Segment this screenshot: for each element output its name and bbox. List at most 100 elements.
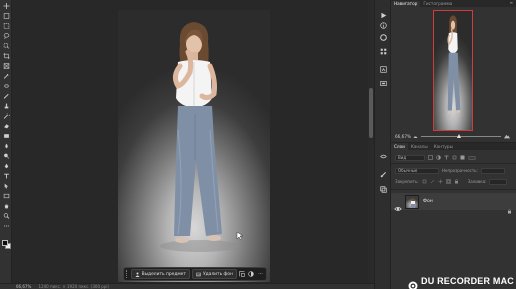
- gradient-tool-icon[interactable]: [2, 133, 10, 139]
- healing-brush-tool-icon[interactable]: [2, 83, 10, 89]
- layer-filter-row: Вид: [395, 154, 512, 161]
- layer-filter-label: Вид: [398, 154, 407, 160]
- more-options-label: ···: [258, 271, 263, 277]
- more-tools-icon[interactable]: [2, 223, 10, 229]
- type-tool-icon[interactable]: [2, 173, 10, 179]
- more-options-button[interactable]: ···: [257, 270, 264, 279]
- contextual-task-bar: Выделить предмет Удалить фон ···: [123, 267, 267, 281]
- zoom-in-mountain-icon[interactable]: [504, 133, 510, 139]
- move-tool-icon[interactable]: [2, 3, 10, 9]
- tab-layers[interactable]: Слои: [391, 143, 408, 150]
- layer-filter-dropdown[interactable]: Вид: [395, 154, 425, 161]
- transform-icon: [239, 271, 246, 277]
- panel-menu-icon[interactable]: ≡: [510, 1, 513, 5]
- document-canvas[interactable]: [118, 10, 270, 282]
- color-wheel-icon[interactable]: [380, 26, 387, 41]
- filter-adjustment-icon[interactable]: [436, 155, 441, 160]
- play-icon[interactable]: [380, 4, 387, 19]
- object-select-tool-icon[interactable]: [2, 43, 10, 49]
- vertical-scrollbar-thumb[interactable]: [369, 88, 373, 138]
- document-workspace: [12, 0, 374, 283]
- transform-button[interactable]: [239, 270, 246, 279]
- lock-artboard-icon[interactable]: [445, 179, 451, 184]
- brush-settings-icon[interactable]: [380, 163, 387, 178]
- navigator-view-frame[interactable]: [433, 10, 473, 131]
- lasso-tool-icon[interactable]: [2, 33, 10, 39]
- tab-navigator[interactable]: Навигатор: [391, 1, 421, 7]
- select-subject-button[interactable]: Выделить предмет: [130, 269, 190, 279]
- lock-pixels-icon[interactable]: [422, 179, 427, 184]
- foreground-color-swatch[interactable]: [2, 240, 8, 246]
- lock-label: Закрепить:: [395, 179, 419, 184]
- eyedropper-tool-icon[interactable]: [2, 73, 10, 79]
- path-select-tool-icon[interactable]: [2, 183, 10, 189]
- swatches-icon[interactable]: [380, 40, 387, 55]
- status-zoom-level[interactable]: 66,67%: [16, 284, 31, 289]
- frame-tool-icon[interactable]: [2, 63, 10, 69]
- person-icon: [135, 272, 140, 277]
- brush-tool-icon[interactable]: [2, 93, 10, 99]
- filter-pixel-icon[interactable]: [428, 155, 433, 160]
- tools-panel: [0, 0, 12, 289]
- blend-mode-label: Обычные: [398, 167, 418, 173]
- layer-thumbnail: [405, 194, 419, 209]
- photo-model-illustration: [160, 22, 244, 252]
- right-panel-dock: Навигатор Гистограмма ≡ 66,67% Слои Кана…: [391, 0, 516, 289]
- opacity-field[interactable]: [480, 167, 505, 174]
- lock-all-icon[interactable]: [454, 179, 459, 184]
- layers-separator: [391, 163, 516, 164]
- layer-row[interactable]: Фон: [391, 193, 516, 214]
- half-circle-icon: [248, 271, 255, 277]
- lock-paint-icon[interactable]: [430, 179, 435, 184]
- blend-mode-row: Обычные Непрозрачность:: [395, 167, 512, 174]
- document-info: 1240 пикс. × 1920 пикс. (300 ppi): [38, 284, 110, 289]
- lock-row: Закрепить: Заливка:: [395, 178, 512, 185]
- task-bar-grip[interactable]: [126, 270, 129, 278]
- navigator-zoom-value[interactable]: 66,67%: [395, 134, 413, 139]
- marquee-tool-icon[interactable]: [2, 23, 10, 29]
- layers-list-separator: [391, 189, 516, 190]
- blend-mode-dropdown[interactable]: Обычные: [395, 167, 439, 174]
- info-icon[interactable]: [380, 14, 387, 29]
- history-brush-tool-icon[interactable]: [2, 113, 10, 119]
- hand-tool-icon[interactable]: [2, 203, 10, 209]
- remove-background-label: Удалить фон: [202, 271, 233, 277]
- layer-filter-toggle[interactable]: [468, 155, 476, 160]
- zoom-tool-icon[interactable]: [2, 213, 10, 219]
- navigator-zoom-row: 66,67%: [395, 133, 512, 139]
- adjustment-button[interactable]: [248, 270, 255, 279]
- recorder-logo-icon: [408, 276, 418, 289]
- dodge-tool-icon[interactable]: [2, 153, 10, 159]
- fill-field[interactable]: [489, 178, 508, 185]
- zoom-out-mountain-icon[interactable]: [413, 134, 418, 139]
- select-subject-label: Выделить предмет: [141, 271, 186, 277]
- navigator-tab-bar: Навигатор Гистограмма: [391, 0, 516, 7]
- image-remove-icon: [196, 272, 201, 276]
- navigator-collapsed-icon[interactable]: [380, 145, 387, 159]
- filter-shape-icon[interactable]: [452, 155, 457, 160]
- layer-lock-icon[interactable]: [507, 199, 512, 214]
- libraries-icon[interactable]: [380, 72, 387, 86]
- crop-tool-icon[interactable]: [2, 53, 10, 59]
- rectangle-tool-icon[interactable]: [2, 193, 10, 199]
- layer-comps-icon[interactable]: [380, 178, 387, 193]
- pen-tool-icon[interactable]: [2, 163, 10, 169]
- tab-channels[interactable]: Каналы: [408, 143, 431, 150]
- layers-panel: Слои Каналы Контуры Вид Обычные Непрозра…: [391, 142, 516, 289]
- navigator-zoom-slider[interactable]: [421, 133, 501, 138]
- adjustments-icon[interactable]: [380, 58, 387, 73]
- filter-smart-object-icon[interactable]: [460, 155, 465, 160]
- remove-background-button[interactable]: Удалить фон: [191, 269, 237, 279]
- tab-paths[interactable]: Контуры: [431, 143, 456, 150]
- blur-tool-icon[interactable]: [2, 143, 10, 149]
- artboard-tool-icon[interactable]: [2, 13, 10, 19]
- filter-type-icon[interactable]: [444, 155, 449, 160]
- lock-position-icon[interactable]: [438, 179, 443, 184]
- visibility-eye-icon[interactable]: [394, 198, 402, 211]
- layer-name[interactable]: Фон: [423, 199, 433, 204]
- navigator-zoom-slider-knob[interactable]: [457, 133, 461, 138]
- eraser-tool-icon[interactable]: [2, 123, 10, 129]
- tab-histogram[interactable]: Гистограмма: [420, 1, 455, 7]
- clone-stamp-tool-icon[interactable]: [2, 103, 10, 109]
- watermark-text: DU RECORDER MAC: [421, 276, 514, 286]
